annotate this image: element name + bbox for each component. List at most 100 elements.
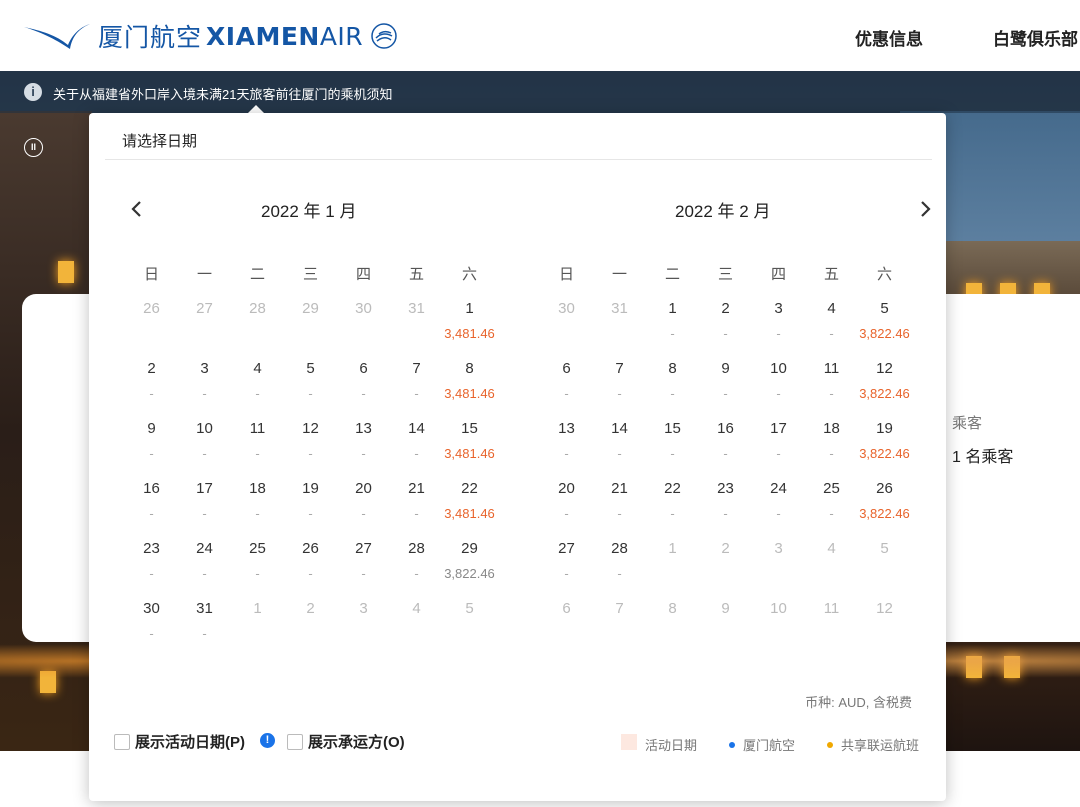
- calendar-day[interactable]: 21 -: [390, 479, 443, 523]
- calendar-day[interactable]: 30 -: [125, 599, 178, 643]
- promo-swatch: [621, 733, 637, 750]
- calendar-day[interactable]: 24 -: [178, 539, 231, 583]
- calendar-day[interactable]: 1 3,481.46: [443, 299, 496, 343]
- calendar-day[interactable]: 27 -: [337, 539, 390, 583]
- calendar-day[interactable]: 3-: [178, 359, 231, 403]
- calendar-day[interactable]: 17 -: [752, 419, 805, 463]
- prev-month-button[interactable]: [127, 197, 145, 221]
- show-carrier-label[interactable]: 展示承运方(O): [308, 731, 405, 752]
- nav-egret-club[interactable]: 白鹭俱乐部: [993, 25, 1078, 50]
- notice-bar[interactable]: i 关于从福建省外口岸入境未满21天旅客前往厦门的乘机须知: [0, 71, 1080, 113]
- weekday-header: 日: [143, 266, 159, 283]
- skyteam-icon: [371, 23, 397, 49]
- calendar-day[interactable]: 15 3,481.46: [443, 419, 496, 463]
- calendar-day[interactable]: 9-: [125, 419, 178, 463]
- no-fare-dash: -: [308, 386, 313, 401]
- day-number: 27: [355, 540, 372, 557]
- calendar-day[interactable]: 23 -: [125, 539, 178, 583]
- calendar-day[interactable]: 1-: [646, 299, 699, 343]
- show-carrier-option[interactable]: 展示承运方(O): [287, 731, 405, 752]
- calendar-day[interactable]: 8 3,481.46: [443, 359, 496, 403]
- picker-title: 请选择日期: [122, 133, 198, 150]
- day-number: 19: [302, 480, 319, 497]
- calendar-day[interactable]: 19 -: [284, 479, 337, 523]
- day-number: 3: [200, 360, 209, 377]
- calendar-day[interactable]: 28 -: [593, 539, 646, 583]
- calendar-day[interactable]: 28 -: [390, 539, 443, 583]
- calendar-day[interactable]: 5-: [284, 359, 337, 403]
- show-carrier-checkbox[interactable]: [287, 733, 303, 750]
- calendar-day[interactable]: 16 -: [699, 419, 752, 463]
- calendar-day[interactable]: 24 -: [752, 479, 805, 523]
- next-month-button[interactable]: [917, 197, 935, 221]
- xiamen-air-logo[interactable]: 厦门航空 XIAMENAIR: [22, 14, 399, 58]
- passengers-selector[interactable]: 1 名乘客: [952, 443, 1013, 467]
- calendar-day[interactable]: 10 -: [752, 359, 805, 403]
- calendar-day[interactable]: 3-: [752, 299, 805, 343]
- calendar-day[interactable]: 12 3,822.46: [858, 359, 911, 403]
- calendar-day[interactable]: 8-: [646, 359, 699, 403]
- calendar-day[interactable]: 19 3,822.46: [858, 419, 911, 463]
- calendar-day[interactable]: 5 3,822.46: [858, 299, 911, 343]
- calendar-day[interactable]: 7-: [593, 359, 646, 403]
- calendar-day[interactable]: 20 -: [540, 479, 593, 523]
- no-fare-dash: -: [361, 566, 366, 581]
- pause-icon[interactable]: II: [24, 138, 43, 157]
- notice-text[interactable]: 关于从福建省外口岸入境未满21天旅客前往厦门的乘机须知: [53, 84, 392, 103]
- day-number: 12: [302, 420, 319, 437]
- no-fare-dash: -: [255, 506, 260, 521]
- calendar-day[interactable]: 10 -: [178, 419, 231, 463]
- show-promo-dates-option[interactable]: 展示活动日期(P): [114, 731, 245, 752]
- help-icon[interactable]: !: [260, 733, 275, 748]
- calendar-day[interactable]: 6-: [337, 359, 390, 403]
- calendar-day[interactable]: 16 -: [125, 479, 178, 523]
- calendar-day[interactable]: 20 -: [337, 479, 390, 523]
- no-fare-dash: -: [617, 506, 622, 521]
- calendar-day[interactable]: 6-: [540, 359, 593, 403]
- day-number: 3: [774, 540, 783, 557]
- no-fare-dash: -: [149, 446, 154, 461]
- calendar-day[interactable]: 9-: [699, 359, 752, 403]
- no-fare-dash: -: [564, 386, 569, 401]
- calendar-day[interactable]: 4-: [805, 299, 858, 343]
- calendar-day[interactable]: 25 -: [805, 479, 858, 523]
- calendar-day[interactable]: 21 -: [593, 479, 646, 523]
- calendar-day-outside: 7: [593, 599, 646, 619]
- day-number: 31: [196, 600, 213, 617]
- calendar-day[interactable]: 17 -: [178, 479, 231, 523]
- day-number: 2: [147, 360, 156, 377]
- calendar-day[interactable]: 22 -: [646, 479, 699, 523]
- calendar-day[interactable]: 4-: [231, 359, 284, 403]
- day-number: 8: [668, 360, 677, 377]
- calendar-day[interactable]: 26 -: [284, 539, 337, 583]
- calendar-day[interactable]: 23 -: [699, 479, 752, 523]
- show-promo-checkbox[interactable]: [114, 733, 130, 750]
- calendar-day[interactable]: 2-: [699, 299, 752, 343]
- calendar-day[interactable]: 12 -: [284, 419, 337, 463]
- no-fare-dash: -: [564, 446, 569, 461]
- calendar-day[interactable]: 26 3,822.46: [858, 479, 911, 523]
- calendar-day[interactable]: 13 -: [337, 419, 390, 463]
- calendar-day[interactable]: 18 -: [231, 479, 284, 523]
- top-bar: 厦门航空 XIAMENAIR 优惠信息 白鹭俱乐部: [0, 0, 1080, 71]
- calendar-day[interactable]: 11 -: [231, 419, 284, 463]
- calendar-day[interactable]: 29 3,822.46: [443, 539, 496, 583]
- calendar-day[interactable]: 14 -: [593, 419, 646, 463]
- calendar-day[interactable]: 27 -: [540, 539, 593, 583]
- nav-offers[interactable]: 优惠信息: [855, 25, 923, 50]
- date-picker-modal: 请选择日期 2022 年 1 月 2022 年 2 月 日一二三四五六 26 27 2…: [89, 113, 946, 801]
- calendar-day[interactable]: 25 -: [231, 539, 284, 583]
- legend-xiamen-label: 厦门航空: [743, 738, 796, 753]
- calendar-day[interactable]: 22 3,481.46: [443, 479, 496, 523]
- calendar-day[interactable]: 15 -: [646, 419, 699, 463]
- show-promo-label[interactable]: 展示活动日期(P): [135, 731, 245, 752]
- calendar-day[interactable]: 14 -: [390, 419, 443, 463]
- calendar-day-outside: 1: [646, 539, 699, 559]
- no-fare-dash: -: [829, 326, 834, 341]
- calendar-day[interactable]: 31 -: [178, 599, 231, 643]
- calendar-day[interactable]: 7-: [390, 359, 443, 403]
- calendar-day[interactable]: 11 -: [805, 359, 858, 403]
- calendar-day[interactable]: 13 -: [540, 419, 593, 463]
- calendar-day[interactable]: 2-: [125, 359, 178, 403]
- calendar-day[interactable]: 18 -: [805, 419, 858, 463]
